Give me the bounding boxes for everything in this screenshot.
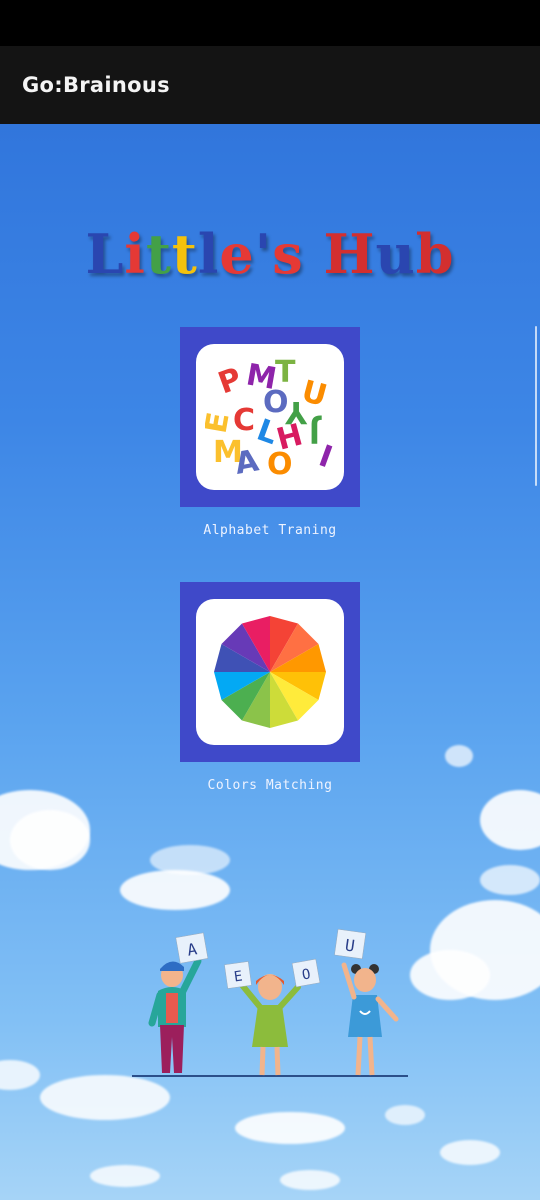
- svg-text:P: P: [214, 361, 247, 401]
- alphabet-training-button[interactable]: P M T U O Y E C L H J I M A O: [180, 327, 360, 507]
- title-letter: b: [415, 222, 455, 286]
- color-wheel-icon: [214, 616, 326, 728]
- girl-with-buns-figure: [341, 962, 399, 1076]
- title-letter: u: [375, 222, 416, 286]
- hub-title: Little's Hub: [0, 222, 540, 286]
- app-title: Go:Brainous: [22, 73, 170, 97]
- title-letter: i: [124, 222, 146, 286]
- title-letter: L: [85, 222, 125, 286]
- colors-matching-button[interactable]: [180, 582, 360, 762]
- title-letter: e: [219, 222, 255, 286]
- girl-figure: [239, 974, 301, 1076]
- title-letter: [304, 222, 324, 286]
- title-letter: t: [145, 222, 172, 286]
- title-letter: t: [171, 222, 198, 286]
- svg-text:C: C: [233, 403, 255, 438]
- scrollbar[interactable]: [535, 326, 537, 486]
- colors-tile-image: [196, 599, 344, 745]
- svg-text:A: A: [232, 443, 262, 482]
- colors-matching-label[interactable]: Colors Matching: [0, 778, 540, 793]
- app-bar: Go:Brainous: [0, 46, 540, 124]
- boy-figure: [148, 957, 202, 1073]
- svg-text:O: O: [267, 447, 293, 482]
- kids-holding-letters-illustration: A E O U: [132, 928, 408, 1077]
- svg-text:J: J: [309, 414, 322, 449]
- title-letter: H: [323, 222, 376, 286]
- alphabet-training-label[interactable]: Alphabet Traning: [0, 523, 540, 538]
- status-bar: [0, 0, 540, 46]
- title-letter: l: [197, 222, 220, 286]
- svg-text:E: E: [205, 410, 237, 436]
- title-letter: s: [272, 222, 304, 286]
- title-letter: ': [254, 222, 273, 286]
- alphabet-tile-image: P M T U O Y E C L H J I M A O: [196, 344, 344, 490]
- alphabet-letters-icon: P M T U O Y E C L H J I M A O: [205, 355, 335, 482]
